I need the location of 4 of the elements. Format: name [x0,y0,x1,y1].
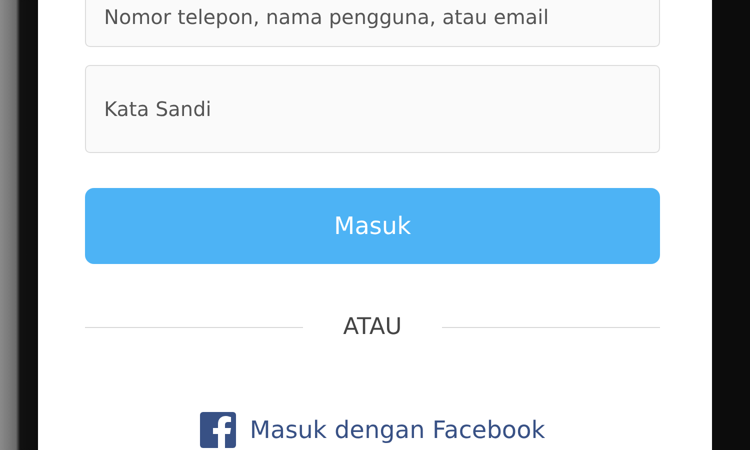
facebook-login-link[interactable]: Masuk dengan Facebook [250,416,546,444]
password-field[interactable]: Kata Sandi [85,65,660,153]
username-field[interactable]: Nomor telepon, nama pengguna, atau email [85,0,660,47]
divider-label: ATAU [342,314,403,340]
